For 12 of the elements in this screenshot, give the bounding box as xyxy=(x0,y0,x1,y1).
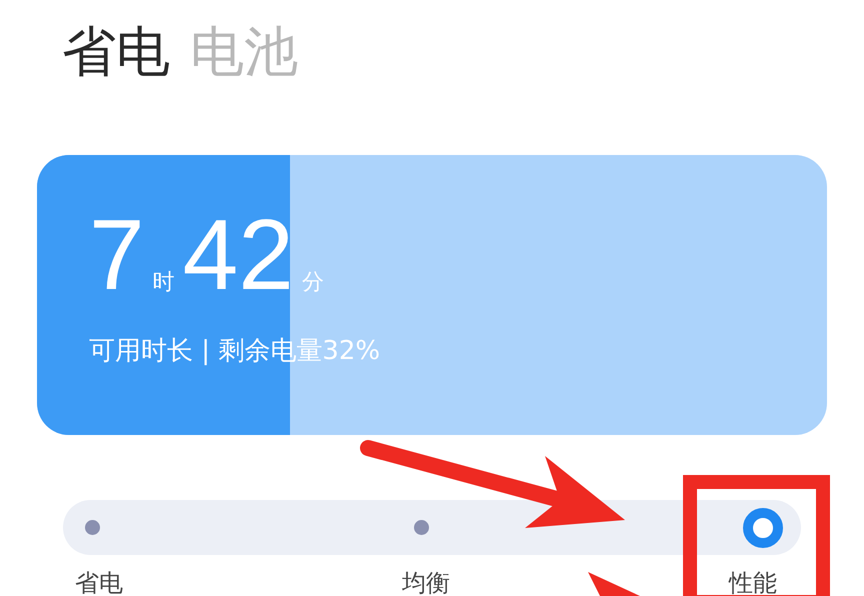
hours-value: 7 xyxy=(89,205,145,305)
mode-label: 性能 xyxy=(729,568,777,596)
annotation-arrowhead-drawing xyxy=(588,572,640,596)
mode-label: 省电 xyxy=(75,568,123,596)
mode-label: 均衡 xyxy=(402,568,450,596)
tab[interactable]: 省电 xyxy=(62,16,170,88)
minutes-unit: 分 xyxy=(302,269,324,297)
minutes-value: 42 xyxy=(182,205,294,305)
mode-dot[interactable] xyxy=(414,520,429,535)
mode-dot[interactable] xyxy=(85,520,100,535)
selected-mode-dot[interactable] xyxy=(743,508,783,548)
hours-unit: 时 xyxy=(152,269,175,297)
